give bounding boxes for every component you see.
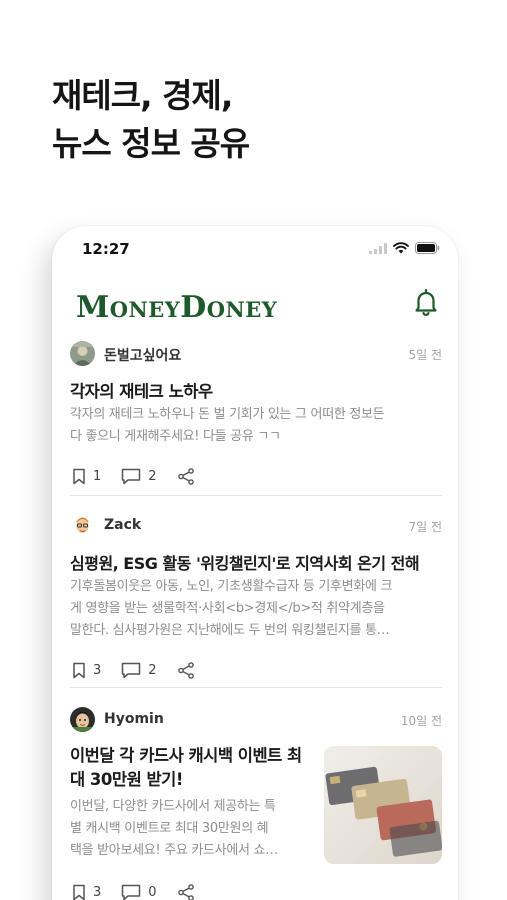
post-thumbnail[interactable] [324,746,442,864]
share-icon [177,468,194,485]
comment-count: 2 [148,469,157,484]
post-actions: 3 2 [72,662,215,679]
comment-icon [122,468,141,485]
comment-icon [122,662,141,679]
post-actions: 1 2 [72,468,215,485]
author-name[interactable]: Zack [104,517,141,533]
post-body: 각자의 재테크 노하우나 돈 벌 기회가 있는 그 어떠한 정보든 다 좋으니 … [70,404,385,448]
comment-count: 0 [148,885,157,900]
post-body-line: 게 영향을 받는 생물학적·사회<b>경제</b>적 취약계층을 [70,601,385,616]
comment-count: 2 [148,663,157,678]
status-bar: 12:27 [52,226,458,276]
post-header: Zack 7일 전 [70,512,442,540]
app-logo[interactable]: MoneyDoney [76,290,277,325]
post-time: 7일 전 [408,520,442,534]
share-icon [177,662,194,679]
bookmark-count: 1 [93,469,102,484]
bookmark-icon [73,468,85,485]
post-header: Hyomin 10일 전 [70,706,442,734]
app-header: MoneyDoney [76,284,438,328]
post-time: 5일 전 [408,348,442,362]
bookmark-button[interactable]: 3 [72,662,101,679]
comment-button[interactable]: 2 [121,662,157,679]
post-body-line: 말한다. 심사평가원은 지난해에도 두 번의 워킹챌린지를 통… [70,623,390,638]
post-title[interactable]: 각자의 재테크 노하우 [70,378,213,402]
bookmark-icon [73,662,85,679]
post-body-line: 기후돌봄이웃은 아동, 노인, 기초생활수급자 등 기후변화에 크 [70,579,393,594]
post-title[interactable]: 심평원, ESG 활동 '위킹챌린지'로 지역사회 온기 전해 [70,550,420,574]
share-button[interactable] [177,468,195,485]
avatar[interactable] [70,341,95,366]
comment-button[interactable]: 0 [121,884,157,900]
post-body-line: 다 좋으니 게재해주세요! 다들 공유 ㄱㄱ [70,429,281,444]
avatar[interactable] [70,513,95,538]
bookmark-count: 3 [93,663,102,678]
wifi-icon [393,242,409,254]
author-name[interactable]: 돈벌고싶어요 [104,345,181,365]
post-header: 돈벌고싶어요 5일 전 [70,340,442,368]
post-title-line: 대 30만원 받기! [70,770,183,789]
post-title[interactable]: 이번달 각 카드사 캐시백 이벤트 최 대 30만원 받기! [70,744,310,792]
share-button[interactable] [177,662,195,679]
comment-button[interactable]: 2 [121,468,157,485]
promo-line-1: 재테크, 경제, [52,76,233,115]
share-icon [177,884,194,900]
post-card[interactable]: 돈벌고싶어요 5일 전 각자의 재테크 노하우 각자의 재테크 노하우나 돈 벌… [70,340,442,496]
signal-icon [369,242,387,254]
post-actions: 3 0 [72,884,215,900]
status-time: 12:27 [82,240,130,258]
bookmark-button[interactable]: 3 [72,884,101,900]
bell-icon[interactable] [414,288,438,320]
post-body-line: 택을 받아보세요! 주요 카드사에서 쇼… [70,843,278,858]
post-time: 10일 전 [400,714,442,728]
phone-mockup: 12:27 MoneyDoney 돈벌고싶어요 5일 전 각자의 재테크 노하우… [52,226,458,900]
post-body: 이번달, 다양한 카드사에서 제공하는 특 별 캐시백 이벤트로 최대 30만원… [70,796,278,862]
post-body-line: 각자의 재테크 노하우나 돈 벌 기회가 있는 그 어떠한 정보든 [70,407,385,422]
bookmark-count: 3 [93,885,102,900]
post-body: 기후돌봄이웃은 아동, 노인, 기초생활수급자 등 기후변화에 크 게 영향을 … [70,576,392,642]
post-card[interactable]: Zack 7일 전 심평원, ESG 활동 '위킹챌린지'로 지역사회 온기 전… [70,512,442,688]
status-icons [369,242,440,254]
share-button[interactable] [177,884,195,900]
promo-line-2: 뉴스 정보 공유 [52,124,250,163]
post-card[interactable]: Hyomin 10일 전 이번달 각 카드사 캐시백 이벤트 최 대 30만원 … [70,706,442,900]
bookmark-button[interactable]: 1 [72,468,101,485]
bookmark-icon [73,884,85,900]
post-title-line: 이번달 각 카드사 캐시백 이벤트 최 [70,746,302,765]
avatar[interactable] [70,707,95,732]
promo-heading: 재테크, 경제, 뉴스 정보 공유 [52,72,250,168]
post-body-line: 별 캐시백 이벤트로 최대 30만원의 혜 [70,821,269,836]
comment-icon [122,884,141,900]
author-name[interactable]: Hyomin [104,711,164,727]
post-body-line: 이번달, 다양한 카드사에서 제공하는 특 [70,799,276,814]
battery-icon [415,242,440,254]
